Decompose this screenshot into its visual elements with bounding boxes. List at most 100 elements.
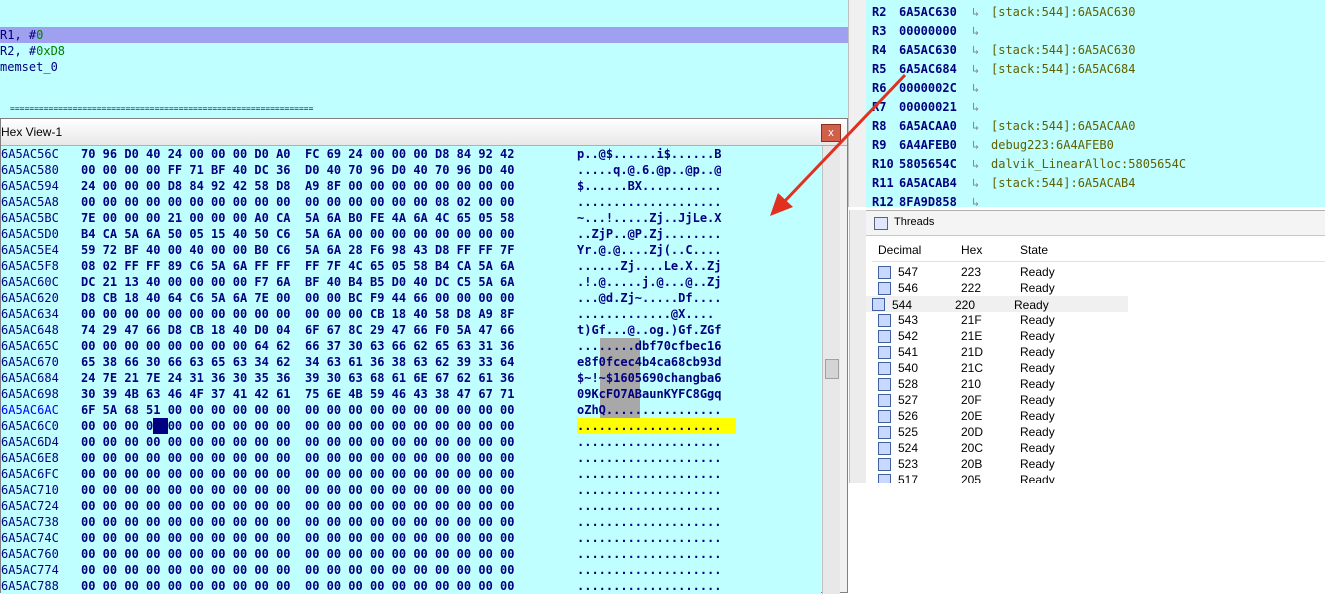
hex-bytes[interactable]: 00 00 00 00 00 00 00 00 64 62 66 37 30 6… (81, 338, 514, 354)
hex-row[interactable]: 6A5AC634 00 00 00 00 00 00 00 00 00 00 00… (1, 306, 821, 322)
hex-ascii[interactable]: e8f0fcec4b4ca68cb93d (577, 354, 722, 370)
jump-arrow-icon[interactable]: ↳ (972, 41, 979, 60)
hex-ascii[interactable]: .....q.@.6.@p..@p..@ (577, 162, 722, 178)
register-description[interactable]: [stack:544]:6A5AC684 (991, 60, 1136, 79)
thread-row[interactable]: 523 20B Ready (872, 456, 1134, 472)
jump-arrow-icon[interactable]: ↳ (972, 155, 979, 174)
hex-bytes[interactable]: 6F 5A 68 51 00 00 00 00 00 00 00 00 00 0… (81, 402, 514, 418)
hex-row[interactable]: 6A5AC774 00 00 00 00 00 00 00 00 00 00 00… (1, 562, 821, 578)
registers-view[interactable]: R2 6A5AC630 ↳ [stack:544]:6A5AC630 R3 0000000… (866, 0, 1325, 207)
close-icon[interactable]: x (821, 124, 841, 142)
register-value[interactable]: 0000002C (899, 79, 957, 98)
hex-bytes[interactable]: 7E 00 00 00 21 00 00 00 A0 CA 5A 6A B0 F… (81, 210, 514, 226)
hex-row[interactable]: 6A5AC6E8 00 00 00 00 00 00 00 00 00 00 00… (1, 450, 821, 466)
jump-arrow-icon[interactable]: ↳ (972, 117, 979, 136)
hex-row[interactable]: 6A5AC5E4 59 72 BF 40 00 40 00 00 B0 C6 5A… (1, 242, 821, 258)
hex-ascii[interactable]: .................... (577, 450, 722, 466)
hex-bytes[interactable]: 30 39 4B 63 46 4F 37 41 42 61 75 6E 4B 5… (81, 386, 514, 402)
hex-view-titlebar[interactable]: Hex View-1 x (1, 119, 847, 146)
hex-row[interactable]: 6A5AC60C DC 21 13 40 00 00 00 00 F7 6A BF… (1, 274, 821, 290)
hex-row[interactable]: 6A5AC6FC 00 00 00 00 00 00 00 00 00 00 00… (1, 466, 821, 482)
hex-ascii[interactable]: $~!~$1605690changba6 (577, 370, 722, 386)
hex-bytes[interactable]: B4 CA 5A 6A 50 05 15 40 50 C6 5A 6A 00 0… (81, 226, 514, 242)
jump-arrow-icon[interactable]: ↳ (972, 79, 979, 98)
scroll-thumb[interactable] (825, 359, 839, 379)
hex-ascii[interactable]: ~...!.....Zj..JjLe.X (577, 210, 722, 226)
hex-bytes[interactable]: 00 00 00 00 00 00 00 00 00 00 00 00 00 C… (81, 306, 514, 322)
thread-row[interactable]: 543 21F Ready (872, 312, 1134, 328)
hex-row[interactable]: 6A5AC760 00 00 00 00 00 00 00 00 00 00 00… (1, 546, 821, 562)
thread-row[interactable]: 524 20C Ready (872, 440, 1134, 456)
disasm-line[interactable]: memset_0 (0, 59, 58, 75)
hex-ascii[interactable]: .................... (577, 418, 722, 434)
hex-ascii[interactable]: oZhQ................ (577, 402, 722, 418)
hex-ascii[interactable]: .................... (577, 578, 722, 594)
hex-bytes[interactable]: 24 00 00 00 D8 84 92 42 58 D8 A9 8F 00 0… (81, 178, 514, 194)
hex-row[interactable]: 6A5AC684 24 7E 21 7E 24 31 36 30 35 36 39… (1, 370, 821, 386)
hex-ascii[interactable]: .............@X.... (577, 306, 714, 322)
hex-row[interactable]: 6A5AC620 D8 CB 18 40 64 C6 5A 6A 7E 00 00… (1, 290, 821, 306)
thread-row[interactable]: 544 220 Ready (866, 296, 1128, 312)
thread-row[interactable]: 546 222 Ready (872, 280, 1134, 296)
hex-ascii[interactable]: .................... (577, 530, 722, 546)
hex-ascii[interactable]: .................... (577, 194, 722, 210)
hex-row[interactable]: 6A5AC5D0 B4 CA 5A 6A 50 05 15 40 50 C6 5A… (1, 226, 821, 242)
jump-arrow-icon[interactable]: ↳ (972, 22, 979, 41)
register-description[interactable]: [stack:544]:6A5AC630 (991, 41, 1136, 60)
thread-row[interactable]: 528 210 Ready (872, 376, 1134, 392)
hex-bytes[interactable]: 74 29 47 66 D8 CB 18 40 D0 04 6F 67 8C 2… (81, 322, 514, 338)
hex-ascii[interactable]: .................... (577, 434, 722, 450)
column-header-decimal[interactable]: Decimal (878, 243, 921, 257)
hex-ascii[interactable]: .................... (577, 562, 722, 578)
hex-row[interactable]: 6A5AC74C 00 00 00 00 00 00 00 00 00 00 00… (1, 530, 821, 546)
register-description[interactable]: [stack:544]:6A5ACAA0 (991, 117, 1136, 136)
register-description[interactable]: debug223:6A4AFEB0 (991, 136, 1114, 155)
hex-row[interactable]: 6A5AC5BC 7E 00 00 00 21 00 00 00 A0 CA 5A… (1, 210, 821, 226)
column-header-hex[interactable]: Hex (961, 243, 982, 257)
hex-ascii[interactable]: 09KcFO7ABaunKYFC8Ggq (577, 386, 722, 402)
register-description[interactable]: [stack:544]:6A5ACAB4 (991, 174, 1136, 193)
hex-row[interactable]: 6A5AC6D4 00 00 00 00 00 00 00 00 00 00 00… (1, 434, 821, 450)
hex-bytes[interactable]: 00 00 00 00 00 00 00 00 00 00 00 00 00 0… (81, 578, 514, 594)
thread-row[interactable]: 527 20F Ready (872, 392, 1134, 408)
jump-arrow-icon[interactable]: ↳ (972, 3, 979, 22)
jump-arrow-icon[interactable]: ↳ (972, 136, 979, 155)
thread-row[interactable]: 525 20D Ready (872, 424, 1134, 440)
hex-ascii[interactable]: Yr.@.@....Zj(..C.... (577, 242, 722, 258)
hex-ascii[interactable]: .................... (577, 482, 722, 498)
hex-ascii[interactable]: .................... (577, 514, 722, 530)
registers-scrollbar[interactable] (848, 0, 867, 207)
register-value[interactable]: 8FA9D858 (899, 193, 957, 207)
hex-bytes[interactable]: 00 00 00 00 FF 71 BF 40 DC 36 D0 40 70 9… (81, 162, 514, 178)
register-value[interactable]: 5805654C (899, 155, 957, 174)
hex-row[interactable]: 6A5AC710 00 00 00 00 00 00 00 00 00 00 00… (1, 482, 821, 498)
thread-row[interactable]: 542 21E Ready (872, 328, 1134, 344)
hex-bytes[interactable]: 65 38 66 30 66 63 65 63 34 62 34 63 61 3… (81, 354, 514, 370)
hex-row[interactable]: 6A5AC580 00 00 00 00 FF 71 BF 40 DC 36 D0… (1, 162, 821, 178)
register-value[interactable]: 6A5ACAA0 (899, 117, 957, 136)
hex-bytes[interactable]: 08 02 FF FF 89 C6 5A 6A FF FF FF 7F 4C 6… (81, 258, 514, 274)
thread-row[interactable]: 526 20E Ready (872, 408, 1134, 424)
disasm-line-selected[interactable]: R1, #0 (0, 27, 848, 43)
jump-arrow-icon[interactable]: ↳ (972, 98, 979, 117)
hex-ascii[interactable]: .................... (577, 466, 722, 482)
hex-row[interactable]: 6A5AC5F8 08 02 FF FF 89 C6 5A 6A FF FF FF… (1, 258, 821, 274)
hex-bytes[interactable]: 00 00 00 00 00 00 00 00 00 00 00 00 00 0… (81, 514, 514, 530)
register-value[interactable]: 6A4AFEB0 (899, 136, 957, 155)
hex-bytes[interactable]: 00 00 00 00 00 00 00 00 00 00 00 00 00 0… (81, 450, 514, 466)
hex-bytes[interactable]: D8 CB 18 40 64 C6 5A 6A 7E 00 00 00 BC F… (81, 290, 514, 306)
hex-ascii[interactable]: .!.@.....j.@...@..Zj (577, 274, 722, 290)
hex-bytes[interactable]: 00 00 00 00 00 00 00 00 00 00 00 00 00 0… (81, 546, 514, 562)
hex-ascii[interactable]: ......Zj....Le.X..Zj (577, 258, 722, 274)
thread-row[interactable]: 540 21C Ready (872, 360, 1134, 376)
register-value[interactable]: 6A5AC630 (899, 3, 957, 22)
hex-row[interactable]: 6A5AC5A8 00 00 00 00 00 00 00 00 00 00 00… (1, 194, 821, 210)
hex-ascii[interactable]: p..@$......i$......B (577, 146, 722, 162)
disassembly-view[interactable]: R1, #0 R2, #0xD8 memset_0 ==============… (0, 0, 848, 120)
register-description[interactable]: [stack:544]:6A5AC630 (991, 3, 1136, 22)
hex-ascii[interactable]: .................... (577, 498, 722, 514)
disasm-line[interactable]: R2, #0xD8 (0, 43, 65, 59)
hex-bytes[interactable]: 00 00 00 00 00 00 00 00 00 00 00 00 00 0… (81, 434, 514, 450)
hex-bytes[interactable]: 00 00 00 00 00 00 00 00 00 00 00 00 00 0… (81, 194, 514, 210)
hex-ascii[interactable]: .................... (577, 546, 722, 562)
